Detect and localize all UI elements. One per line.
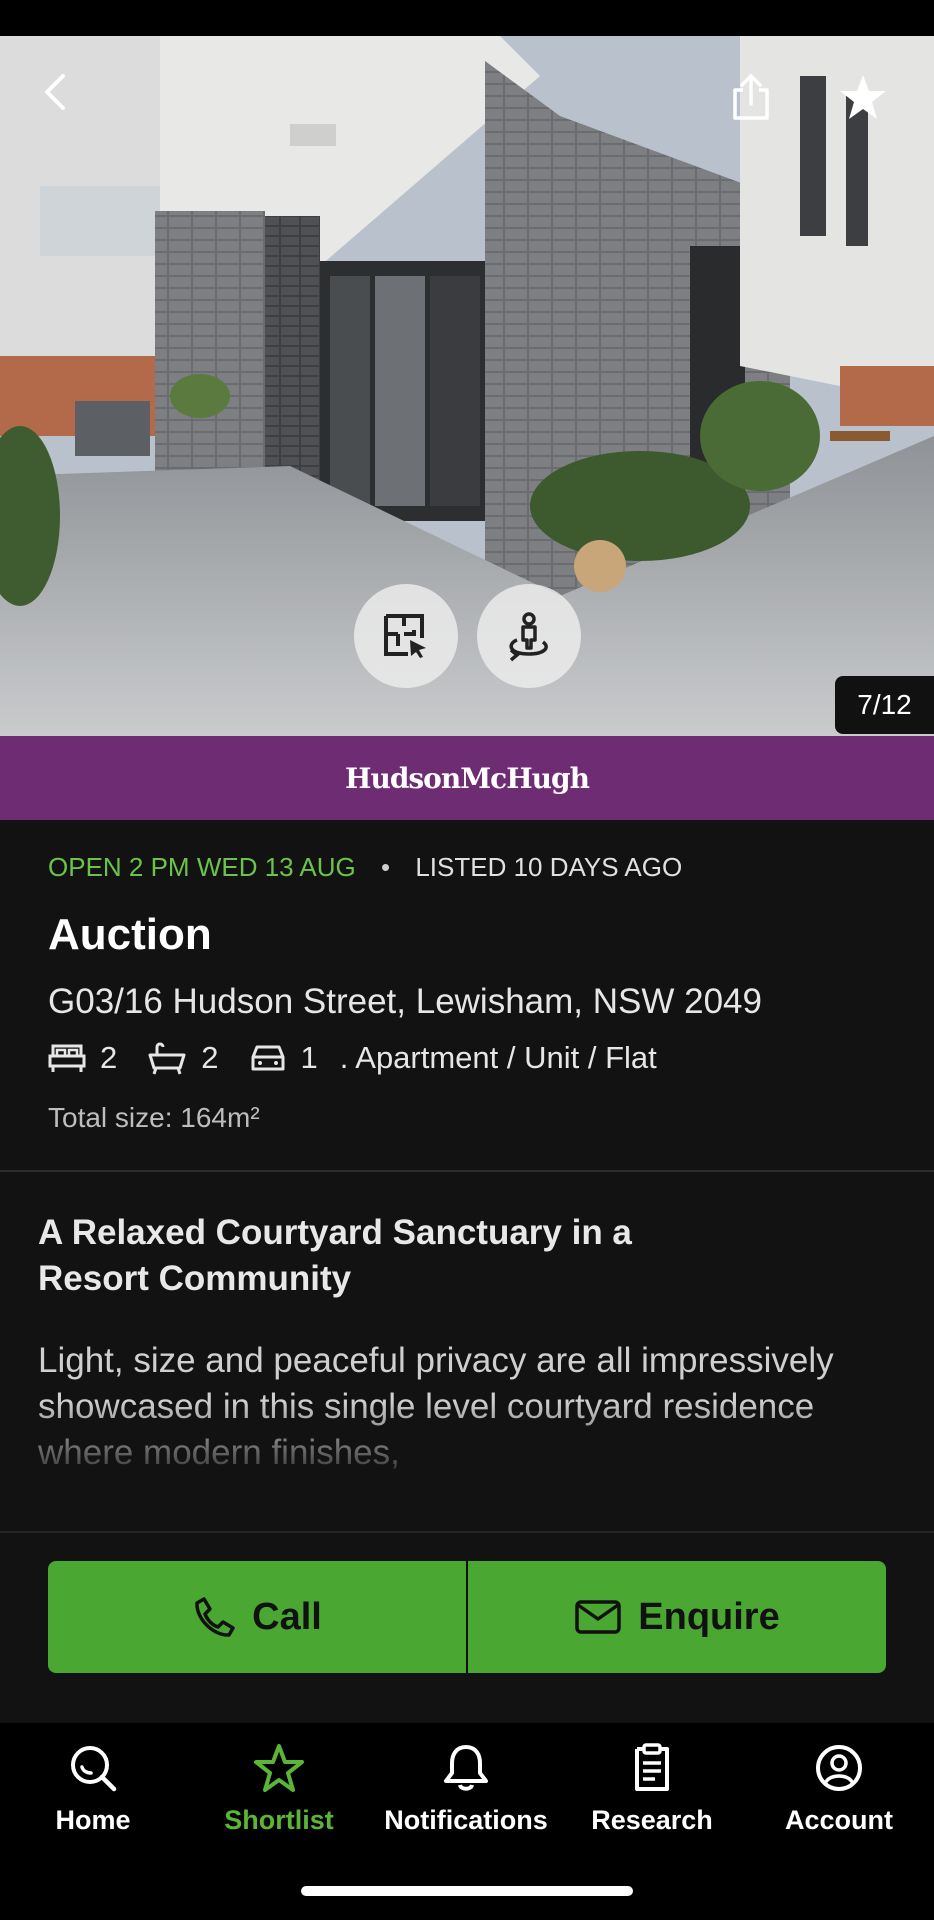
bedrooms-feature: 2	[48, 1040, 147, 1076]
property-address: G03/16 Hudson Street, Lewisham, NSW 2049	[48, 982, 762, 1021]
parking-feature: 1	[249, 1040, 348, 1076]
call-label: Call	[252, 1595, 322, 1638]
photo-counter: 7/12	[835, 676, 934, 734]
nav-home[interactable]: Home	[3, 1743, 183, 1836]
home-indicator	[301, 1886, 633, 1896]
sale-type: Auction	[48, 910, 212, 959]
virtual-tour-button[interactable]	[477, 584, 581, 688]
nav-account[interactable]: Account	[749, 1743, 929, 1836]
nav-shortlist-label: Shortlist	[224, 1805, 334, 1835]
360-tour-icon	[509, 612, 548, 662]
bath-icon	[148, 1042, 186, 1075]
star-outline-icon	[254, 1744, 304, 1792]
actions-divider	[0, 1531, 934, 1533]
description-title: A Relaxed Courtyard Sanctuary in a Resor…	[38, 1213, 632, 1298]
section-divider	[0, 1170, 934, 1172]
share-button[interactable]	[720, 66, 782, 128]
phone-icon	[195, 1597, 235, 1637]
clipboard-icon	[635, 1743, 669, 1791]
nav-research-label: Research	[591, 1805, 713, 1835]
bed-icon	[48, 1044, 86, 1072]
user-circle-icon	[816, 1745, 862, 1791]
nav-home-label: Home	[55, 1805, 131, 1835]
nav-notifications-label: Notifications	[384, 1805, 548, 1835]
back-button[interactable]	[30, 66, 82, 118]
bell-icon	[444, 1745, 488, 1791]
meta-separator: •	[380, 852, 391, 882]
star-icon	[840, 75, 886, 119]
bathrooms-feature: 2	[147, 1040, 248, 1076]
bathrooms-count: 2	[201, 1040, 219, 1075]
listed-date: LISTED 10 DAYS AGO	[415, 852, 683, 882]
inspection-meta: OPEN 2 PM WED 13 AUG • LISTED 10 DAYS AG…	[48, 852, 682, 883]
nav-shortlist[interactable]: Shortlist	[189, 1743, 369, 1836]
property-features: 2 2 1 . Apartment / Unit / Flat	[48, 1040, 657, 1076]
open-inspection-time[interactable]: OPEN 2 PM WED 13 AUG	[48, 852, 356, 882]
property-photo	[0, 36, 934, 736]
bedrooms-count: 2	[100, 1040, 118, 1075]
status-bar	[0, 0, 934, 36]
chevron-left-icon	[45, 74, 65, 110]
search-icon	[71, 1746, 117, 1792]
car-icon	[251, 1045, 284, 1071]
mail-icon	[575, 1600, 622, 1634]
description-body[interactable]: Light, size and peaceful privacy are all…	[38, 1338, 858, 1478]
floorplan-button[interactable]	[354, 584, 458, 688]
parking-count: 1	[300, 1040, 318, 1075]
shortlist-star-button[interactable]	[830, 64, 896, 130]
enquire-button[interactable]: Enquire	[468, 1561, 886, 1673]
nav-account-label: Account	[785, 1805, 893, 1835]
nav-notifications[interactable]: Notifications	[376, 1743, 556, 1836]
enquire-label: Enquire	[638, 1595, 780, 1638]
floorplan-icon	[384, 614, 426, 658]
agency-banner[interactable]: HudsonMcHugh	[0, 736, 934, 820]
call-button[interactable]: Call	[48, 1561, 466, 1673]
photo-gallery[interactable]: 7/12	[0, 36, 934, 736]
share-icon	[733, 74, 769, 120]
nav-research[interactable]: Research	[562, 1743, 742, 1836]
property-type: . Apartment / Unit / Flat	[339, 1040, 657, 1075]
agency-logo: HudsonMcHugh	[345, 761, 590, 795]
total-size: Total size: 164m²	[48, 1102, 260, 1133]
